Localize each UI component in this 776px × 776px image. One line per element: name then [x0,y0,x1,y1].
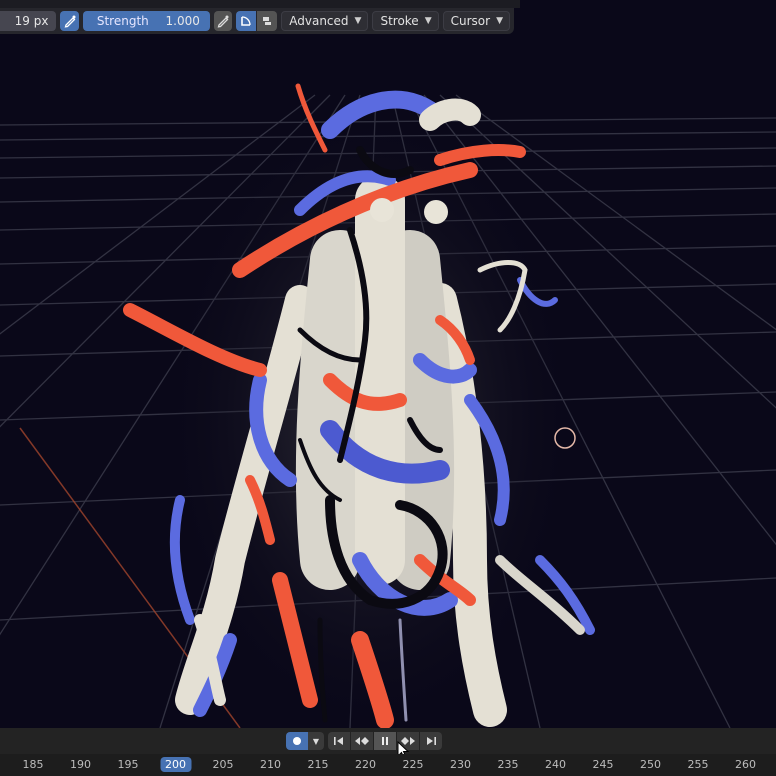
frame-label: 210 [260,758,281,771]
auto-keying-menu[interactable]: ▼ [308,732,324,750]
pen-pressure-icon [217,15,229,28]
strength-pressure-button[interactable] [213,11,233,31]
radius-pressure-button[interactable] [60,11,79,31]
prev-keyframe-button[interactable] [351,732,373,750]
previous-keyframe-icon [355,737,369,745]
frame-label: 250 [640,758,661,771]
radius-value: 19 px [14,14,49,28]
frame-ruler[interactable]: 185 190 195 200 205 210 215 220 225 230 235 240 245 2… [0,754,776,776]
frame-label: 190 [70,758,91,771]
pause-icon [382,737,388,745]
playback-controls: ▼ [286,732,442,750]
strength-field[interactable]: Strength 1.000 [82,11,210,31]
frame-label: 215 [307,758,329,771]
frame-label: 230 [450,758,471,771]
pause-button[interactable] [374,732,396,750]
viewport-canvas [0,83,776,728]
auto-keying-button[interactable] [286,732,308,750]
current-frame-indicator[interactable]: 200 [160,757,191,772]
strength-value: 1.000 [165,14,200,28]
record-icon [293,737,301,745]
jump-to-end-icon [427,737,436,745]
stroke-menu[interactable]: Stroke ▼ [372,11,439,31]
jump-start-button[interactable] [328,732,350,750]
playback-bar: ▼ [0,728,776,754]
cursor-menu-label: Cursor [450,14,491,28]
falloff-icon [241,16,251,26]
frame-label: 225 [402,758,424,771]
frame-label: 245 [592,758,614,771]
advanced-menu[interactable]: Advanced ▼ [281,11,369,31]
frame-label: 240 [545,758,566,771]
frame-label: 235 [497,758,519,771]
transport-controls [328,732,442,750]
mode-toggle-b[interactable] [257,11,278,31]
cursor-menu[interactable]: Cursor ▼ [442,11,510,31]
tool-settings-bar: 19 px Strength 1.000 Advanced ▼ Stroke ▼… [0,8,514,34]
chevron-down-icon: ▼ [312,736,320,746]
mode-toggle-a[interactable] [236,11,257,31]
jump-to-start-icon [334,737,343,745]
radius-field[interactable]: 19 px [0,11,57,31]
pen-pressure-icon [64,15,76,28]
advanced-menu-label: Advanced [289,14,349,28]
header-strip [0,0,520,8]
frame-label: 220 [355,758,376,771]
layers-icon [263,17,272,25]
jump-end-button[interactable] [420,732,442,750]
strength-label: Strength [96,14,149,28]
3d-viewport[interactable] [0,0,776,728]
stroke-menu-label: Stroke [380,14,419,28]
chevron-down-icon: ▼ [424,16,432,26]
mode-toggle-group [236,11,278,31]
chevron-down-icon: ▼ [496,16,503,26]
frame-label: 185 [22,758,44,771]
chevron-down-icon: ▼ [354,16,362,26]
frame-label: 195 [117,758,139,771]
frame-label: 260 [735,758,756,771]
frame-label: 205 [212,758,234,771]
frame-label: 255 [687,758,709,771]
